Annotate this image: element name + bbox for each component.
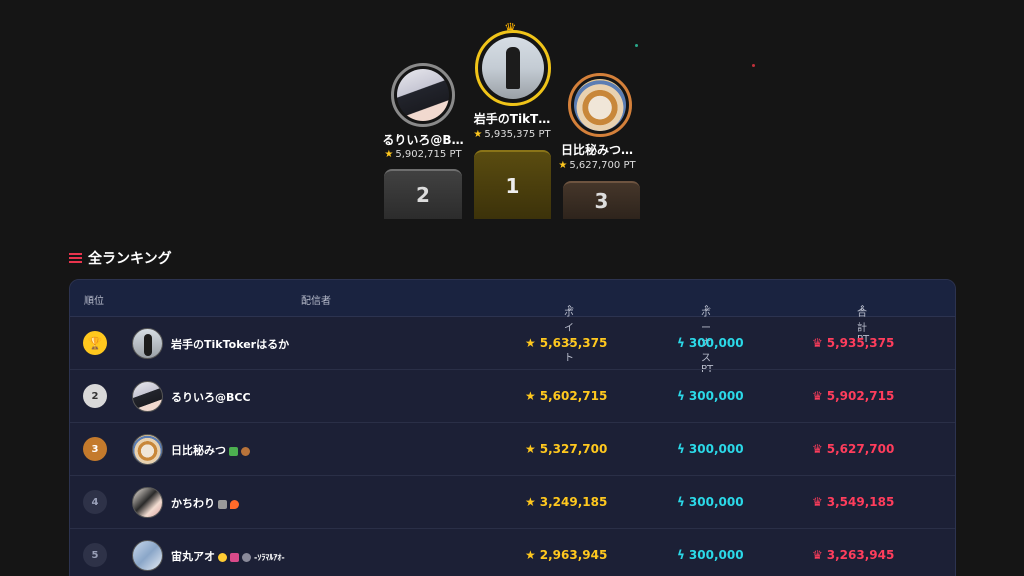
star-icon: ★: [525, 442, 536, 456]
bonus-value: ϟ 300,000: [677, 495, 744, 509]
lightning-icon: ϟ: [677, 389, 685, 403]
bonus-value: ϟ 300,000: [677, 548, 744, 562]
star-icon: ★: [525, 548, 536, 562]
pedestal-second: 2: [384, 169, 462, 219]
star-icon: ★: [473, 129, 483, 140]
streamer-name: 日比秘みつ: [171, 442, 250, 458]
table-row[interactable]: 2 るりいろ@BCC ★ 5,602,715 ϟ 300,000 ♛ 5,902,71…: [70, 370, 955, 423]
rank-badge: 2: [83, 384, 107, 408]
points-value: ★ 3,249,185: [525, 495, 608, 509]
header-rank: 順位: [84, 296, 104, 307]
points-value: ★ 2,963,945: [525, 548, 608, 562]
table-header: 順位 配信者 ポイント ⇕ ボーナスPT ⇕ 合計PT ⇕: [70, 280, 955, 375]
crown-icon: ♛: [812, 442, 823, 456]
crown-icon: ♛: [812, 495, 823, 509]
podium-points: ★ 5,627,700 PT: [558, 160, 636, 171]
fire-icon: [230, 499, 239, 509]
crown-icon: ♛: [812, 336, 823, 350]
podium-points: ★ 5,902,715 PT: [384, 149, 462, 160]
avatar: [132, 540, 163, 571]
star-icon: ★: [384, 149, 394, 160]
bonus-value: ϟ 300,000: [677, 389, 744, 403]
sort-icon: ⇕: [859, 304, 866, 313]
podium-avatar: [568, 73, 632, 137]
bonus-value: ϟ 300,000: [677, 442, 744, 456]
avatar: [132, 434, 163, 465]
total-value: ♛ 5,935,375: [812, 336, 895, 350]
crown-icon: ♛: [812, 548, 823, 562]
lightning-icon: ϟ: [677, 336, 685, 350]
avatar: [132, 487, 163, 518]
streamer-name: かちわり: [171, 495, 239, 511]
points-value: ★ 5,602,715: [525, 389, 608, 403]
rank-badge: 4: [83, 490, 107, 514]
points-value: ★ 5,635,375: [525, 336, 608, 350]
trophy-icon: 🏆: [83, 331, 107, 355]
header-streamer: 配信者: [301, 296, 331, 307]
table-row[interactable]: 5 宙丸アオ -ｿﾗﾏﾙｱｵ- ★ 2,963,945 ϟ 300,000 ♛ 3,26…: [70, 529, 955, 576]
points-value: ★ 5,327,700: [525, 442, 608, 456]
total-value: ♛ 3,549,185: [812, 495, 895, 509]
star-icon: ★: [525, 336, 536, 350]
honey-pot-icon: [241, 446, 250, 456]
podium-points: ★ 5,935,375 PT: [473, 129, 551, 140]
table-row[interactable]: 3 日比秘みつ ★ 5,327,700 ϟ 300,000 ♛ 5,627,700: [70, 423, 955, 476]
podium-name: 岩手のTikT…: [473, 112, 551, 126]
ranking-title: 全ランキング: [88, 251, 172, 267]
hammer-icon: [218, 499, 227, 509]
streamer-name: 宙丸アオ -ｿﾗﾏﾙｱｵ-: [171, 550, 285, 563]
avatar: [132, 381, 163, 412]
ranking-table: 順位 配信者 ポイント ⇕ ボーナスPT ⇕ 合計PT ⇕ 🏆 岩手のTikToker…: [69, 279, 956, 576]
table-row[interactable]: 4 かちわり ★ 3,249,185 ϟ 300,000 ♛ 3,549,185: [70, 476, 955, 529]
total-value: ♛ 5,627,700: [812, 442, 895, 456]
rank-badge: 3: [83, 437, 107, 461]
podium-avatar: [391, 63, 455, 127]
streamer-name: るりいろ@BCC: [171, 391, 251, 404]
pedestal-third: 3: [563, 181, 640, 219]
sparkle-decoration: [635, 44, 638, 47]
avatar: [132, 328, 163, 359]
star-icon: ★: [525, 495, 536, 509]
sort-icon: ⇕: [703, 304, 710, 313]
total-value: ♛ 3,263,945: [812, 548, 895, 562]
streamer-name: 岩手のTikTokerはるか: [171, 338, 290, 351]
sparkle-decoration: [752, 64, 755, 67]
list-icon: [69, 252, 82, 264]
lightning-icon: ϟ: [677, 495, 685, 509]
star-icon: ★: [558, 160, 568, 171]
lightning-icon: ϟ: [677, 548, 685, 562]
sprout-icon: [229, 446, 238, 456]
total-value: ♛ 5,902,715: [812, 389, 895, 403]
sort-icon: ⇕: [566, 304, 573, 313]
rank-badge: 5: [83, 543, 107, 567]
paw-icon: [242, 552, 251, 562]
badge-icon: [230, 552, 239, 562]
crown-icon: ♛: [812, 389, 823, 403]
podium-name: 日比秘みつ…: [560, 143, 633, 157]
table-row[interactable]: 🏆 岩手のTikTokerはるか ★ 5,635,375 ϟ 300,000 ♛ 5,…: [70, 317, 955, 370]
podium-avatar: [475, 30, 551, 106]
bonus-value: ϟ 300,000: [677, 336, 744, 350]
star-icon: ★: [525, 389, 536, 403]
sun-icon: [218, 552, 227, 562]
ranking-heading: 全ランキング: [69, 248, 172, 268]
lightning-icon: ϟ: [677, 442, 685, 456]
